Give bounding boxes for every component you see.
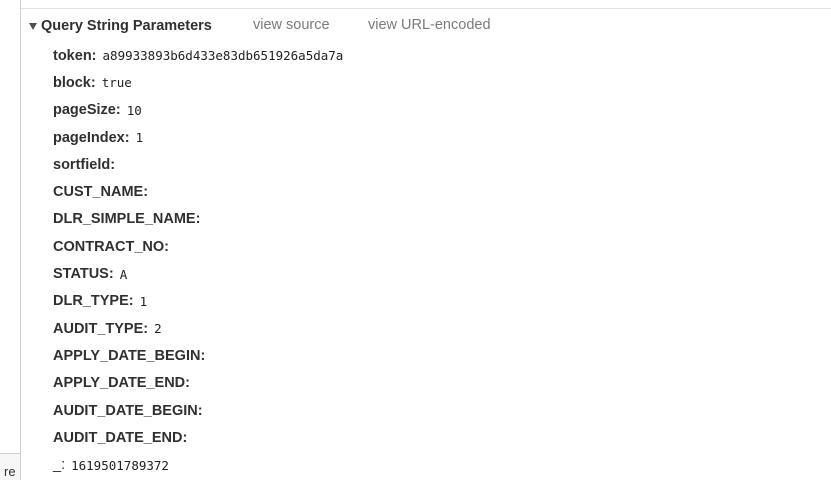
left-panel-bottom-tab[interactable]: re (0, 453, 20, 480)
param-colon: : (90, 74, 96, 91)
param-value: true (101, 75, 132, 91)
param-row-apply-date-end: APPLY_DATE_END: (53, 370, 343, 397)
param-value: 1 (135, 130, 144, 146)
param-key: CONTRACT_NO (53, 238, 165, 255)
param-colon: : (182, 429, 188, 446)
param-row-underscore: _:1619501789372 (53, 451, 343, 478)
param-key: AUDIT_DATE_BEGIN (53, 402, 198, 419)
param-row-dlr-type: DLR_TYPE:1 (53, 288, 343, 315)
param-key: CUST_NAME (53, 184, 144, 201)
param-colon: : (195, 211, 201, 228)
param-colon: : (143, 184, 149, 201)
param-value: 2 (154, 321, 162, 337)
param-row-audit-date-end: AUDIT_DATE_END: (53, 424, 343, 451)
param-row-audit-date-begin: AUDIT_DATE_BEGIN: (53, 397, 343, 424)
param-key: STATUS (53, 266, 109, 283)
param-value: A (119, 266, 128, 282)
param-row-token: token: a89933893b6d433e83db651926a5da7a (53, 42, 343, 69)
left-side-panel (0, 0, 21, 480)
param-colon: : (185, 375, 190, 392)
param-colon: : (91, 47, 97, 64)
param-colon: : (124, 129, 130, 146)
param-key: token (53, 47, 92, 64)
section-divider (21, 8, 831, 9)
param-key: AUDIT_DATE_END (53, 429, 183, 446)
param-colon: : (164, 238, 170, 255)
param-value: 10 (126, 102, 142, 118)
param-colon: : (200, 347, 206, 364)
param-colon: : (143, 320, 149, 337)
param-row-block: block: true (53, 69, 343, 96)
param-row-cust-name: CUST_NAME: (53, 178, 343, 205)
param-colon: : (115, 102, 121, 119)
left-panel-bottom-label: re (4, 464, 16, 479)
param-colon: : (197, 402, 203, 419)
query-params-list: token: a89933893b6d433e83db651926a5da7a b… (53, 42, 343, 479)
param-colon: : (108, 266, 114, 283)
section-title[interactable]: Query String Parameters (41, 18, 212, 34)
param-key: APPLY_DATE_END (53, 375, 186, 392)
param-key: _ (53, 457, 62, 474)
view-source-link[interactable]: view source (253, 17, 330, 33)
param-colon: : (128, 293, 134, 310)
param-row-audit-type: AUDIT_TYPE:2 (53, 315, 343, 342)
param-value: 1 (139, 293, 148, 309)
param-key: pageSize (53, 102, 116, 119)
param-row-pagesize: pageSize:10 (53, 97, 343, 124)
param-key: DLR_TYPE (53, 293, 129, 310)
param-value: 1619501789372 (71, 457, 169, 473)
param-row-dlr-simple-name: DLR_SIMPLE_NAME: (53, 206, 343, 233)
triangle-down-icon[interactable] (29, 23, 37, 30)
devtools-headers-pane: re Query String Parameters view source v… (0, 0, 831, 480)
param-value: a89933893b6d433e83db651926a5da7a (102, 48, 344, 64)
query-string-section-header[interactable]: Query String Parameters view source view… (29, 16, 491, 36)
param-key: pageIndex (53, 129, 125, 146)
param-key: AUDIT_TYPE (53, 320, 144, 337)
param-key: block (53, 74, 91, 91)
param-row-apply-date-begin: APPLY_DATE_BEGIN: (53, 342, 343, 369)
param-colon: : (110, 156, 116, 173)
param-colon: : (61, 457, 66, 474)
param-row-pageindex: pageIndex:1 (53, 124, 343, 151)
param-key: sortfield (53, 156, 111, 173)
param-row-sortfield: sortfield: (53, 151, 343, 178)
param-key: DLR_SIMPLE_NAME (53, 211, 196, 228)
param-row-status: STATUS: A (53, 260, 343, 287)
param-key: APPLY_DATE_BEGIN (53, 347, 201, 364)
param-row-contract-no: CONTRACT_NO: (53, 233, 343, 260)
view-url-encoded-link[interactable]: view URL-encoded (368, 17, 491, 33)
